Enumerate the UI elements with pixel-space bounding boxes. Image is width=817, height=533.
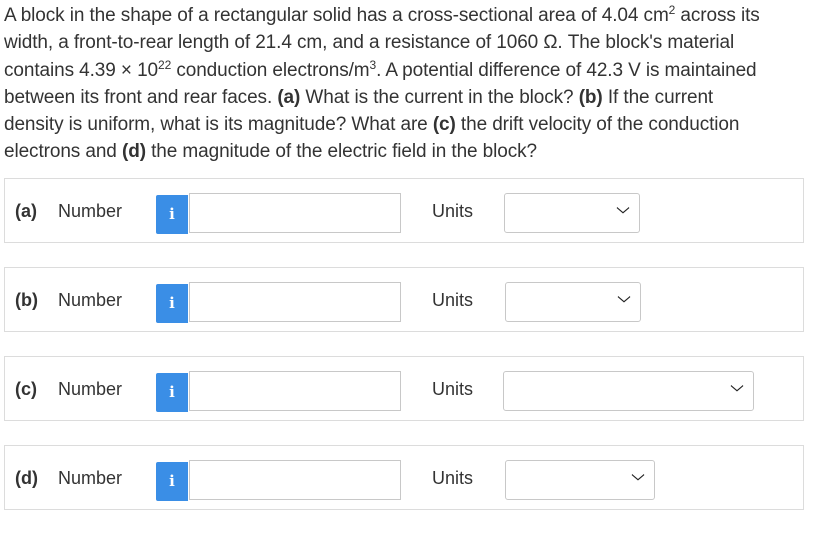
number-input[interactable]	[189, 193, 401, 233]
answer-row-b: (b) Number i Units ﹀	[4, 267, 804, 332]
info-icon[interactable]: i	[156, 284, 188, 323]
units-label: Units	[432, 468, 474, 488]
number-input[interactable]	[189, 282, 401, 322]
question-segment: What is the current in the block?	[300, 86, 579, 108]
question-segment: electrons and	[4, 141, 122, 163]
question-segment: density is uniform, what is its magnitud…	[4, 114, 433, 136]
question-segment: the drift velocity of the conduction	[455, 114, 740, 136]
number-label: Number	[58, 290, 123, 310]
units-label: Units	[432, 379, 474, 399]
question-segment: between its front and rear faces.	[4, 86, 278, 108]
question-text: A block in the shape of a rectangular so…	[4, 2, 809, 166]
question-line-2: width, a front-to-rear length of 21.4 cm…	[4, 29, 809, 56]
part-marker: (c)	[432, 114, 456, 136]
units-select[interactable]: ﹀	[504, 193, 640, 233]
question-line-4: between its front and rear faces. (a) Wh…	[4, 84, 809, 111]
units-label: Units	[432, 290, 474, 310]
chevron-down-icon: ﹀	[617, 295, 631, 316]
part-label: (c)	[15, 379, 37, 399]
part-marker: (a)	[277, 86, 301, 108]
number-label: Number	[58, 201, 123, 221]
question-line-6: electrons and (d) the magnitude of the e…	[4, 138, 809, 165]
question-line-5: density is uniform, what is its magnitud…	[4, 111, 809, 138]
question-segment: contains 4.39 × 10	[4, 59, 159, 81]
question-segment: If the current	[602, 86, 714, 108]
question-line-1: A block in the shape of a rectangular so…	[4, 2, 809, 29]
part-label: (d)	[15, 468, 38, 488]
question-segment: conduction electrons/m	[171, 59, 370, 81]
question-segment: the magnitude of the electric field in t…	[145, 141, 538, 163]
part-label: (b)	[15, 290, 38, 310]
question-segment: width, a front-to-rear length of 21.4 cm…	[4, 32, 735, 54]
question-segment: A block in the shape of a rectangular so…	[4, 5, 669, 26]
answer-row-d: (d) Number i Units ﹀	[4, 445, 804, 510]
units-label: Units	[432, 201, 474, 221]
question-line-3: contains 4.39 × 1022 conduction electron…	[4, 57, 809, 84]
chevron-down-icon: ﹀	[730, 384, 744, 405]
answer-row-a: (a) Number i Units ﹀	[4, 178, 804, 243]
superscript: 22	[158, 57, 172, 72]
info-icon[interactable]: i	[156, 373, 188, 412]
number-input[interactable]	[189, 371, 401, 411]
part-label: (a)	[15, 201, 37, 221]
info-icon[interactable]: i	[156, 462, 188, 501]
question-segment: across its	[675, 5, 760, 26]
answer-row-c: (c) Number i Units ﹀	[4, 356, 804, 421]
info-icon[interactable]: i	[156, 195, 188, 234]
question-segment: . A potential difference of 42.3 V is ma…	[376, 59, 757, 81]
chevron-down-icon: ﹀	[631, 473, 645, 494]
number-input[interactable]	[189, 460, 401, 500]
chevron-down-icon: ﹀	[616, 206, 630, 227]
part-marker: (b)	[578, 86, 603, 108]
units-select[interactable]: ﹀	[505, 460, 655, 500]
number-label: Number	[58, 379, 123, 399]
units-select[interactable]: ﹀	[505, 282, 641, 322]
part-marker: (d)	[121, 141, 146, 163]
units-select[interactable]: ﹀	[503, 371, 754, 411]
number-label: Number	[58, 468, 123, 488]
